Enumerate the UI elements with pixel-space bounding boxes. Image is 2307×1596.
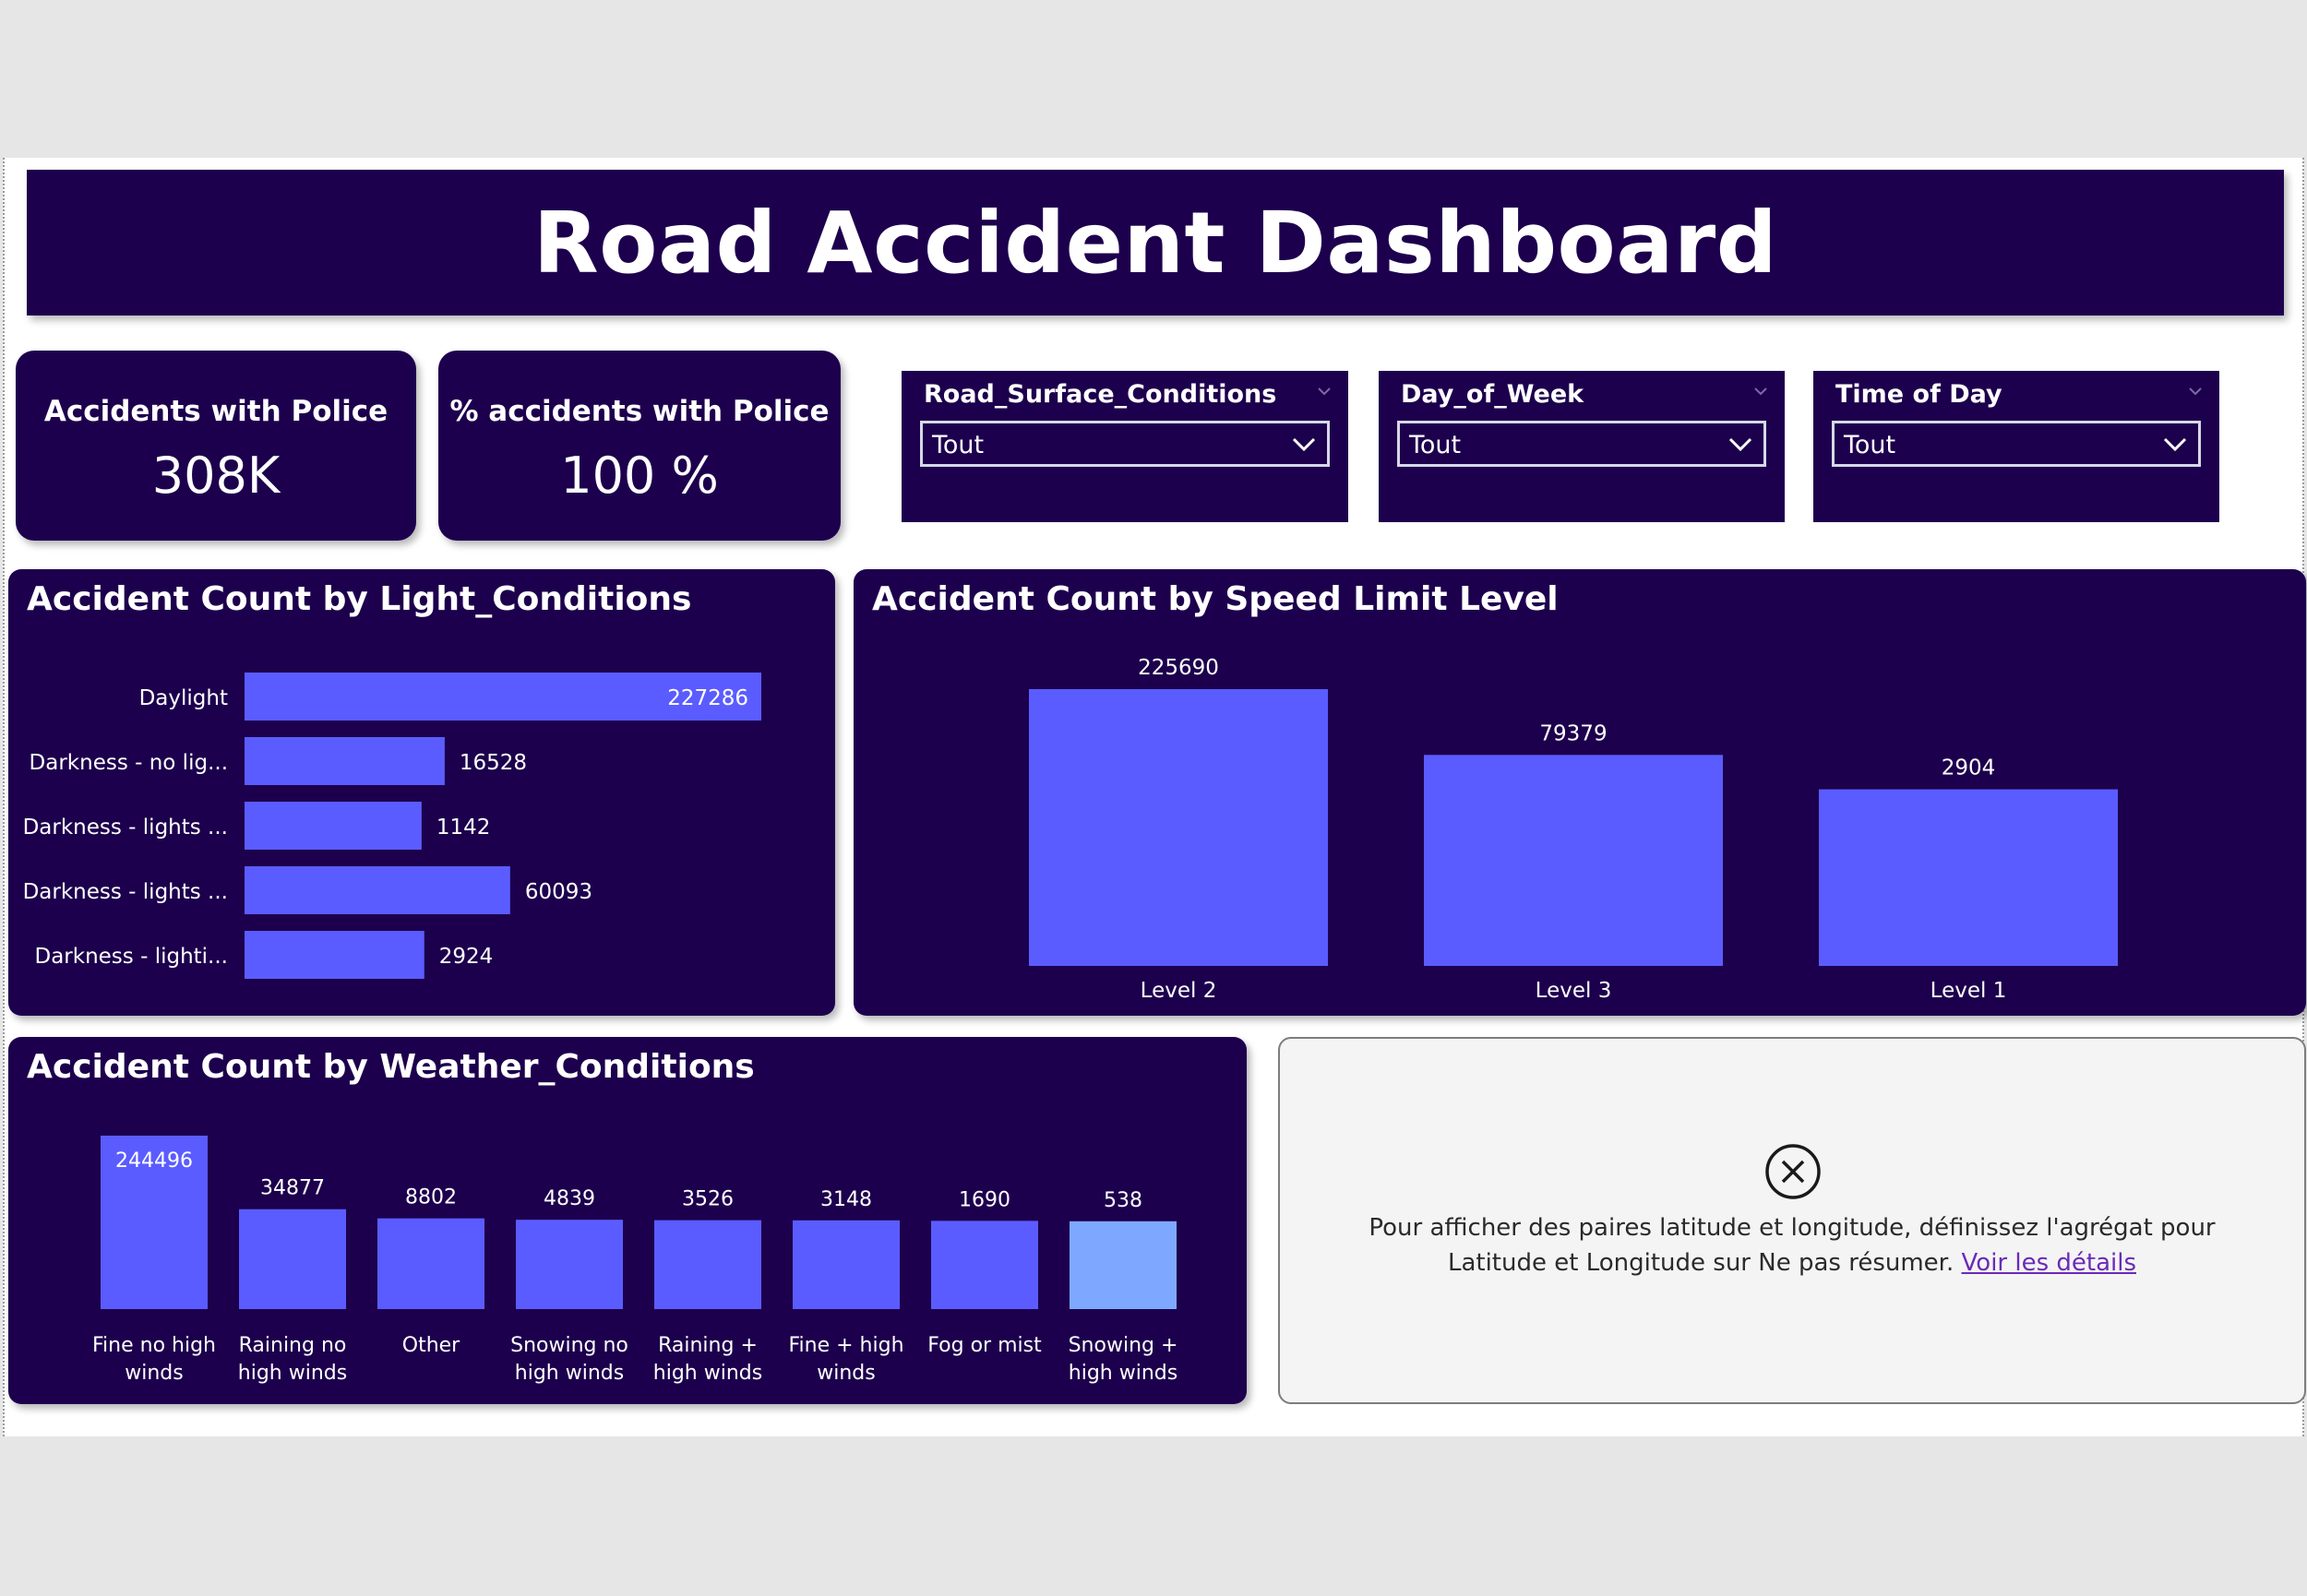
- category-label: high winds: [238, 1362, 347, 1385]
- category-label: high winds: [1069, 1362, 1177, 1385]
- data-label: 60093: [525, 880, 592, 904]
- bar[interactable]: [1424, 755, 1723, 966]
- category-label: Fog or mist: [927, 1334, 1042, 1357]
- chart-speed-limit-level[interactable]: Accident Count by Speed Limit Level 2256…: [854, 569, 2306, 1016]
- collapse-chevron-icon[interactable]: [1753, 384, 1768, 399]
- bar[interactable]: [245, 931, 424, 979]
- category-label: Level 2: [1141, 979, 1217, 1003]
- bar[interactable]: [516, 1220, 623, 1309]
- category-label: Other: [402, 1334, 460, 1357]
- category-label: Fine no high: [92, 1334, 216, 1357]
- data-label: 79379: [1539, 721, 1607, 745]
- chevron-down-icon: [2163, 437, 2187, 452]
- light-conditions-plot: Daylight 227286 Darkness - no lig... 16528 D…: [23, 673, 761, 979]
- data-label: 1142: [436, 816, 491, 840]
- data-label: 227286: [667, 686, 748, 710]
- dashboard-title: Road Accident Dashboard: [532, 193, 1778, 292]
- slicer-selected-value: Tout: [932, 431, 985, 459]
- category-label: high winds: [653, 1362, 762, 1385]
- map-error-message: Pour afficher des paires latitude et lon…: [1317, 1210, 2267, 1280]
- data-label: 244496: [115, 1149, 193, 1173]
- data-label: 2924: [439, 945, 494, 969]
- slicer-selected-value: Tout: [1844, 431, 1896, 459]
- data-label: 225690: [1138, 656, 1219, 680]
- category-label: high winds: [515, 1362, 624, 1385]
- category-label: Raining +: [658, 1334, 758, 1357]
- category-label: Darkness - lighti...: [35, 945, 229, 969]
- kpi-label: Accidents with Police: [43, 395, 388, 428]
- chevron-down-icon: [1292, 437, 1316, 452]
- data-label: 34877: [260, 1177, 325, 1200]
- slicer-title: Day_of_Week: [1401, 380, 1584, 409]
- bar[interactable]: [245, 802, 422, 850]
- bar[interactable]: [1029, 689, 1328, 966]
- category-label: Fine + high: [788, 1334, 903, 1357]
- category-label: winds: [817, 1362, 875, 1385]
- bar[interactable]: [245, 737, 445, 785]
- bar[interactable]: [1070, 1221, 1177, 1309]
- category-label: Level 3: [1536, 979, 1612, 1003]
- slicer-road-surface-conditions: Road_Surface_Conditions Tout: [902, 371, 1348, 522]
- bar[interactable]: [377, 1218, 484, 1309]
- slicer-time-of-day: Time of Day Tout: [1813, 371, 2219, 522]
- category-label: winds: [125, 1362, 183, 1385]
- collapse-chevron-icon[interactable]: [2188, 384, 2203, 399]
- bar[interactable]: [239, 1209, 346, 1309]
- data-label: 1690: [959, 1188, 1010, 1211]
- kpi-label: % accidents with Police: [449, 395, 830, 428]
- data-label: 2904: [1942, 756, 1996, 780]
- title-banner: Road Accident Dashboard: [27, 170, 2284, 316]
- slicer-dropdown[interactable]: Tout: [1397, 421, 1766, 467]
- category-label: Level 1: [1930, 979, 2007, 1003]
- kpi-value: 100 %: [560, 447, 719, 505]
- chevron-down-icon: [1728, 437, 1752, 452]
- category-label: Snowing no: [510, 1334, 628, 1357]
- slicer-title: Road_Surface_Conditions: [924, 380, 1277, 409]
- bar[interactable]: [654, 1220, 761, 1309]
- category-label: Snowing +: [1069, 1334, 1178, 1357]
- kpi-value: 308K: [151, 447, 281, 505]
- collapse-chevron-icon[interactable]: [1317, 384, 1332, 399]
- data-label: 8802: [405, 1186, 457, 1209]
- bar[interactable]: [793, 1220, 900, 1309]
- speed-limit-plot: 225690 Level 2 79379 Level 3 2904 Level 1: [1029, 656, 2118, 1003]
- slicer-dropdown[interactable]: Tout: [1832, 421, 2201, 467]
- bar[interactable]: [245, 866, 510, 914]
- map-visual[interactable]: Pour afficher des paires latitude et lon…: [1278, 1037, 2306, 1404]
- see-details-link[interactable]: Voir les détails: [1962, 1249, 2137, 1277]
- category-label: Darkness - no lig...: [30, 751, 228, 775]
- slicer-dropdown[interactable]: Tout: [920, 421, 1330, 467]
- data-label: 3526: [682, 1188, 734, 1211]
- bar[interactable]: [931, 1221, 1038, 1309]
- kpi-card-accidents-with-police[interactable]: Accidents with Police 308K: [16, 351, 416, 541]
- report-canvas: Road Accident Dashboard Accidents with P…: [3, 158, 2306, 1436]
- slicer-title: Time of Day: [1835, 380, 2002, 409]
- chart-weather-conditions[interactable]: Accident Count by Weather_Conditions 244…: [8, 1037, 1247, 1404]
- category-label: Darkness - lights ...: [23, 816, 228, 840]
- weather-conditions-plot: 244496 Fine no high winds 34877 Raining no hi…: [92, 1136, 1178, 1385]
- chart-light-conditions[interactable]: Accident Count by Light_Conditions Dayli…: [8, 569, 835, 1016]
- kpi-card-percent-accidents-with-police[interactable]: % accidents with Police 100 %: [438, 351, 841, 541]
- close-circle-icon: [1765, 1144, 1821, 1199]
- category-label: Darkness - lights ...: [23, 880, 228, 904]
- category-label: Daylight: [139, 686, 228, 710]
- data-label: 4839: [544, 1187, 595, 1210]
- category-label: Raining no: [239, 1334, 347, 1357]
- bar[interactable]: [1819, 789, 2118, 966]
- slicer-selected-value: Tout: [1409, 431, 1462, 459]
- data-label: 16528: [460, 751, 527, 775]
- data-label: 538: [1104, 1189, 1142, 1212]
- slicer-day-of-week: Day_of_Week Tout: [1379, 371, 1785, 522]
- data-label: 3148: [820, 1188, 872, 1211]
